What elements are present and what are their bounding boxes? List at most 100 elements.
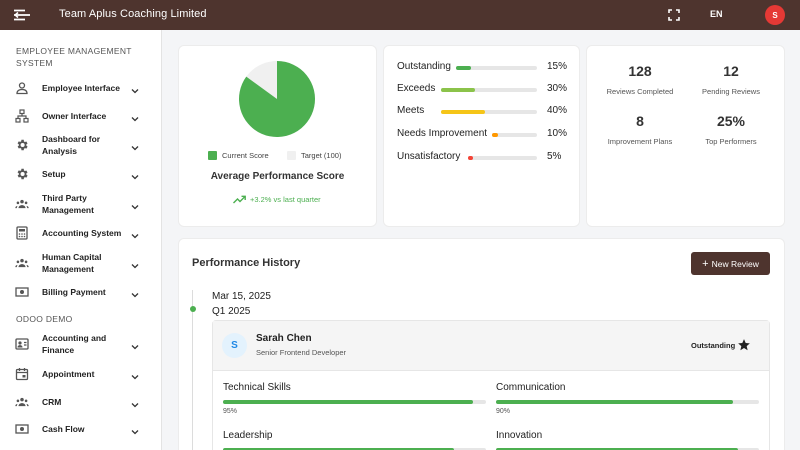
distribution-row-outstanding: Outstanding 15% (397, 61, 567, 75)
chevron-down-icon (130, 228, 140, 239)
gear-icon (15, 167, 29, 181)
stat-top-performers-label: Top Performers (705, 137, 757, 146)
sidebar-item-cash-flow[interactable]: Cash Flow (0, 416, 162, 442)
sidebar-item-appointment[interactable]: Appointment (0, 361, 162, 387)
distribution-bar-meets (441, 110, 485, 114)
review-date: Mar 15, 2025 (212, 291, 271, 302)
group-icon (15, 197, 29, 211)
employee-name: Sarah Chen (256, 333, 312, 344)
skill-name: Communication (496, 382, 566, 393)
skill-progress-bar (223, 400, 473, 404)
stat-improvement-plans: 8 (636, 113, 644, 129)
sidebar-item-label: Cash Flow (42, 424, 85, 434)
timeline-dot (189, 306, 196, 312)
skill-percent: 90% (496, 408, 511, 415)
distribution-label: Unsatisfactory (397, 151, 461, 162)
distribution-percent: 10% (547, 128, 568, 139)
stat-improvement-plans-label: Improvement Plans (607, 137, 673, 146)
distribution-row-exceeds: Exceeds 30% (397, 83, 567, 97)
sidebar-item-label: Setup (42, 169, 66, 179)
distribution-track (441, 110, 537, 114)
sidebar-item-accounting-system[interactable]: Accounting System (0, 220, 162, 246)
sidebar-item-third-party-management[interactable]: Third Party Management (0, 191, 162, 217)
distribution-label: Outstanding (397, 61, 451, 72)
employee-avatar: S (222, 333, 247, 358)
menu-collapse-icon[interactable] (12, 6, 32, 24)
sidebar-item-owner-interface[interactable]: Owner Interface (0, 103, 162, 129)
skill-progress-track (496, 400, 759, 404)
stat-reviews-completed: 128 (628, 63, 652, 79)
sidebar-section-title: EMPLOYEE MANAGEMENT SYSTEM (16, 46, 132, 68)
chevron-down-icon (130, 258, 140, 269)
chevron-down-icon (130, 111, 140, 122)
sidebar-item-label: Owner Interface (42, 111, 107, 121)
distribution-percent: 30% (547, 83, 568, 94)
sidebar-item-label: Third Party Management (42, 193, 94, 215)
sidebar-item-setup[interactable]: Setup (0, 161, 162, 187)
skill-name: Leadership (223, 430, 273, 441)
trend-text: +3.2% vs last quarter (250, 195, 321, 204)
sidebar-item-label: Appointment (42, 369, 95, 379)
chevron-down-icon (130, 369, 140, 380)
sidebar-item-crm[interactable]: CRM (0, 389, 162, 415)
legend-current: Current Score (208, 151, 269, 160)
skill-percent: 95% (223, 408, 238, 415)
distribution-track (492, 133, 537, 137)
chevron-down-icon (130, 140, 140, 151)
employee-role: Senior Frontend Developer (256, 348, 347, 357)
legend-current-label: Current Score (222, 151, 269, 160)
distribution-track (468, 156, 537, 160)
score-pie-chart (238, 61, 315, 137)
distribution-percent: 15% (547, 61, 568, 72)
plus-icon: + (702, 257, 709, 270)
distribution-label: Exceeds (397, 83, 436, 94)
sidebar-section-title: ODOO DEMO (16, 314, 73, 324)
skill-name: Technical Skills (223, 382, 291, 393)
sidebar-item-billing-payment[interactable]: Billing Payment (0, 279, 162, 305)
language-selector[interactable]: EN (710, 9, 723, 19)
distribution-bar-needs-improvement (492, 133, 498, 137)
sidebar-item-label: Billing Payment (42, 287, 106, 297)
user-avatar[interactable]: S (765, 5, 785, 25)
stat-pending-reviews: 12 (723, 63, 739, 79)
money-icon (15, 422, 29, 436)
sidebar-item-accounting-and-finance[interactable]: Accounting and Finance (0, 331, 162, 357)
score-card-title: Average Performance Score (210, 171, 345, 182)
sidebar-item-label: Employee Interface (42, 83, 120, 93)
fullscreen-icon[interactable] (667, 8, 681, 22)
distribution-row-needs-improvement: Needs Improvement 10% (397, 128, 567, 142)
stat-pending-reviews-label: Pending Reviews (702, 87, 760, 96)
legend-target: Target (100) (287, 151, 341, 160)
contacts-icon (15, 337, 29, 351)
chevron-down-icon (130, 339, 140, 350)
app-title: Team Aplus Coaching Limited (59, 8, 207, 20)
review-entry-header (213, 321, 769, 371)
chevron-down-icon (130, 424, 140, 435)
new-review-button[interactable]: + New Review (691, 252, 770, 275)
legend-target-label: Target (100) (301, 151, 342, 160)
chevron-down-icon (130, 169, 140, 180)
new-review-label: New Review (711, 258, 759, 269)
chevron-down-icon (130, 397, 140, 408)
sidebar-item-label: Accounting and Finance (42, 333, 107, 355)
sidebar-item-human-capital-management[interactable]: Human Capital Management (0, 250, 162, 276)
star-icon[interactable] (737, 338, 751, 352)
sidebar-item-label: Human Capital Management (42, 252, 102, 274)
legend-swatch-current (208, 151, 217, 160)
chevron-down-icon (130, 199, 140, 210)
group-icon (15, 395, 29, 409)
sidebar-item-label: CRM (42, 397, 62, 407)
skill-progress-bar (496, 400, 733, 404)
distribution-label: Meets (397, 105, 425, 116)
sidebar-item-employee-interface[interactable]: Employee Interface (0, 75, 162, 101)
person-icon (15, 81, 29, 95)
skill-progress-track (223, 400, 486, 404)
distribution-bar-unsatisfactory (468, 156, 473, 160)
skill-name: Innovation (496, 430, 543, 441)
trending-up-icon (233, 195, 246, 204)
sidebar-item-label: Dashboard for Analysis (42, 134, 101, 156)
calculator-icon (15, 226, 29, 240)
money-icon (15, 285, 29, 299)
sidebar-item-dashboard-for-analysis[interactable]: Dashboard for Analysis (0, 132, 162, 158)
distribution-label: Needs Improvement (397, 128, 488, 139)
